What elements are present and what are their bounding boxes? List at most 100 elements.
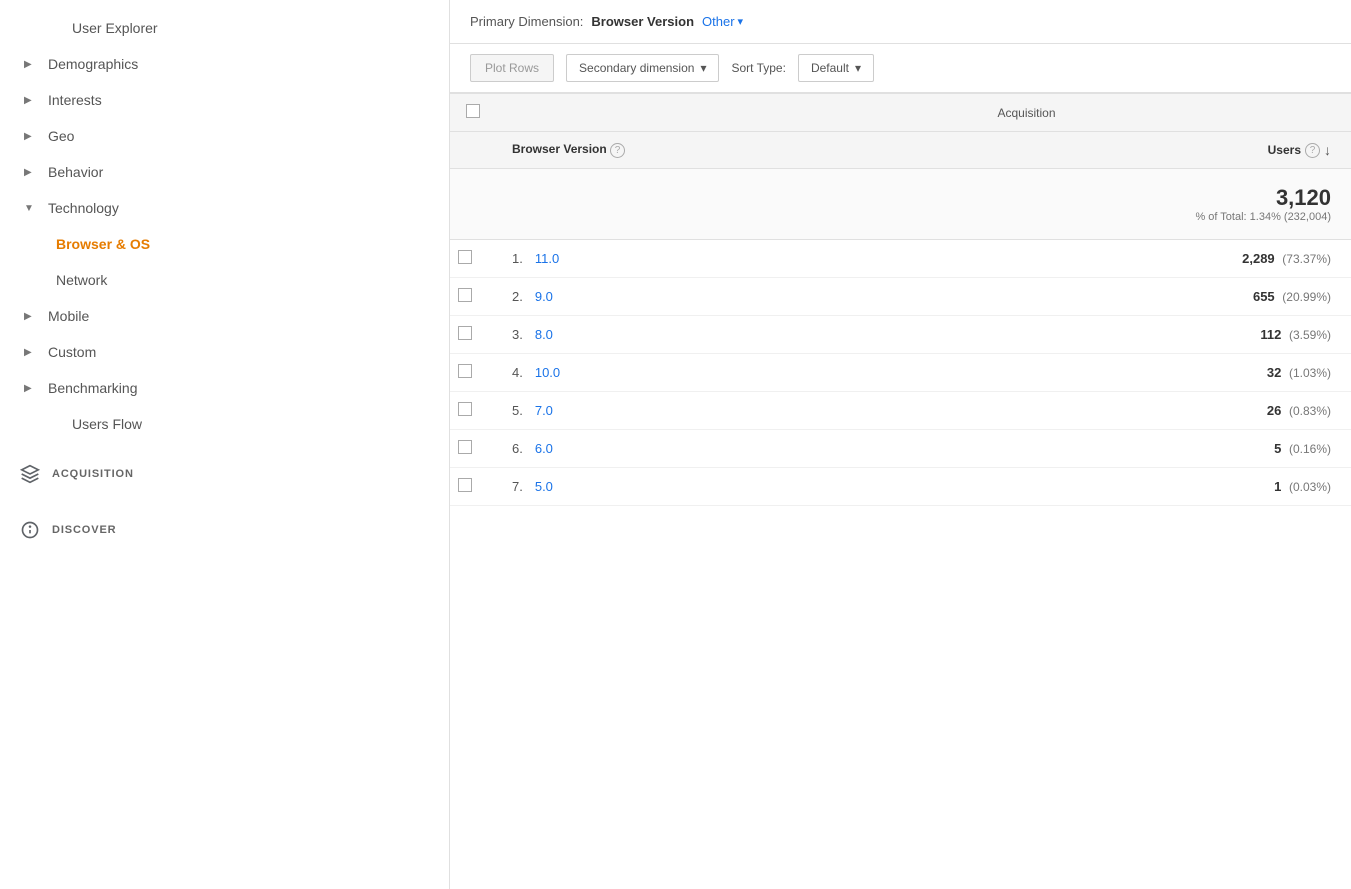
toolbar: Plot Rows Secondary dimension ▾ Sort Typ…	[450, 44, 1351, 93]
acquisition-icon	[16, 460, 44, 488]
primary-dim-value: Browser Version	[591, 14, 694, 29]
other-button[interactable]: Other ▾	[702, 14, 743, 29]
row-rank-4: 5.	[496, 392, 527, 430]
row-checkbox-cell-3	[450, 354, 496, 392]
acquisition-col-label: Acquisition	[998, 106, 1056, 120]
row-version-link-6[interactable]: 5.0	[535, 479, 553, 494]
table-row: 7. 5.0 1 (0.03%)	[450, 468, 1351, 506]
arrow-icon-demographics: ▶	[24, 59, 40, 70]
sidebar-item-demographics[interactable]: ▶ Demographics	[0, 46, 449, 82]
main-content: Primary Dimension: Browser Version Other…	[450, 0, 1351, 889]
users-help-icon[interactable]: ?	[1305, 143, 1320, 158]
table-row: 6. 6.0 5 (0.16%)	[450, 430, 1351, 468]
row-version-link-5[interactable]: 6.0	[535, 441, 553, 456]
sort-type-label: Sort Type:	[731, 61, 785, 75]
sidebar-item-geo[interactable]: ▶ Geo	[0, 118, 449, 154]
th-browser-version-label: Browser Version ?	[496, 132, 982, 169]
table-row: 2. 9.0 655 (20.99%)	[450, 278, 1351, 316]
total-row: 3,120 % of Total: 1.34% (232,004)	[450, 169, 1351, 240]
browser-version-help-icon[interactable]: ?	[610, 143, 625, 158]
discover-icon	[16, 516, 44, 544]
row-users-pct-1: (20.99%)	[1282, 290, 1331, 304]
arrow-icon-technology: ▼	[24, 203, 40, 214]
arrow-icon-mobile: ▶	[24, 311, 40, 322]
row-version-3: 10.0	[527, 354, 982, 392]
sidebar-label-mobile: Mobile	[48, 308, 89, 324]
sort-type-dropdown[interactable]: Default ▾	[798, 54, 874, 82]
table-row: 5. 7.0 26 (0.83%)	[450, 392, 1351, 430]
row-version-2: 8.0	[527, 316, 982, 354]
row-rank-0: 1.	[496, 240, 527, 278]
total-users-value: 3,120	[998, 185, 1332, 211]
sidebar-item-browser-os[interactable]: Browser & OS	[0, 226, 449, 262]
row-checkbox-5[interactable]	[458, 440, 472, 454]
row-version-link-1[interactable]: 9.0	[535, 289, 553, 304]
table-row: 1. 11.0 2,289 (73.37%)	[450, 240, 1351, 278]
data-table: Acquisition Browser Version ? Users ? ↓	[450, 93, 1351, 506]
sidebar-label-network: Network	[56, 272, 107, 288]
row-users-count-6: 1	[1274, 479, 1281, 494]
row-users-count-5: 5	[1274, 441, 1281, 456]
sidebar-item-interests[interactable]: ▶ Interests	[0, 82, 449, 118]
sidebar-item-behavior[interactable]: ▶ Behavior	[0, 154, 449, 190]
row-users-pct-3: (1.03%)	[1289, 366, 1331, 380]
th-browser-version	[496, 94, 982, 132]
arrow-icon-custom: ▶	[24, 347, 40, 358]
browser-version-col-label: Browser Version	[512, 142, 607, 156]
chevron-down-icon-secondary: ▾	[700, 61, 706, 75]
row-users-count-1: 655	[1253, 289, 1275, 304]
row-users-pct-5: (0.16%)	[1289, 442, 1331, 456]
row-users-count-3: 32	[1267, 365, 1281, 380]
sidebar-item-benchmarking[interactable]: ▶ Benchmarking	[0, 370, 449, 406]
arrow-icon-benchmarking: ▶	[24, 383, 40, 394]
row-version-link-4[interactable]: 7.0	[535, 403, 553, 418]
arrow-icon-interests: ▶	[24, 95, 40, 106]
row-checkbox-cell-6	[450, 468, 496, 506]
sidebar-label-browser-os: Browser & OS	[56, 236, 150, 252]
sidebar-item-mobile[interactable]: ▶ Mobile	[0, 298, 449, 334]
discover-label: DISCOVER	[52, 524, 117, 536]
row-checkbox-2[interactable]	[458, 326, 472, 340]
row-version-link-2[interactable]: 8.0	[535, 327, 553, 342]
secondary-dimension-dropdown[interactable]: Secondary dimension ▾	[566, 54, 719, 82]
row-checkbox-0[interactable]	[458, 250, 472, 264]
row-version-1: 9.0	[527, 278, 982, 316]
row-rank-3: 4.	[496, 354, 527, 392]
row-users-pct-6: (0.03%)	[1289, 480, 1331, 494]
row-users-pct-2: (3.59%)	[1289, 328, 1331, 342]
row-version-5: 6.0	[527, 430, 982, 468]
th-checkbox	[450, 94, 496, 132]
row-version-link-3[interactable]: 10.0	[535, 365, 560, 380]
sort-default-label: Default	[811, 61, 849, 75]
row-version-link-0[interactable]: 11.0	[535, 251, 559, 266]
row-rank-2: 3.	[496, 316, 527, 354]
row-checkbox-6[interactable]	[458, 478, 472, 492]
sidebar-item-users-flow[interactable]: Users Flow	[0, 406, 449, 442]
sidebar-label-behavior: Behavior	[48, 164, 103, 180]
sidebar-label-users-flow: Users Flow	[72, 416, 142, 432]
plot-rows-button[interactable]: Plot Rows	[470, 54, 554, 82]
arrow-icon-geo: ▶	[24, 131, 40, 142]
sidebar-label-user-explorer: User Explorer	[72, 20, 158, 36]
row-checkbox-cell-0	[450, 240, 496, 278]
plot-rows-label: Plot Rows	[485, 61, 539, 75]
row-checkbox-3[interactable]	[458, 364, 472, 378]
sidebar-item-network[interactable]: Network	[0, 262, 449, 298]
row-checkbox-cell-1	[450, 278, 496, 316]
total-users-cell: 3,120 % of Total: 1.34% (232,004)	[982, 169, 1351, 240]
table-row: 3. 8.0 112 (3.59%)	[450, 316, 1351, 354]
sidebar-item-technology[interactable]: ▼ Technology	[0, 190, 449, 226]
header-checkbox[interactable]	[466, 104, 480, 118]
sort-arrow-icon: ↓	[1324, 142, 1331, 158]
row-users-1: 655 (20.99%)	[982, 278, 1351, 316]
primary-dimension-bar: Primary Dimension: Browser Version Other…	[450, 0, 1351, 44]
sidebar-item-user-explorer[interactable]: User Explorer	[0, 10, 449, 46]
row-users-0: 2,289 (73.37%)	[982, 240, 1351, 278]
row-checkbox-4[interactable]	[458, 402, 472, 416]
other-label: Other	[702, 14, 735, 29]
row-rank-6: 7.	[496, 468, 527, 506]
sidebar-label-custom: Custom	[48, 344, 96, 360]
row-users-3: 32 (1.03%)	[982, 354, 1351, 392]
row-checkbox-1[interactable]	[458, 288, 472, 302]
sidebar-item-custom[interactable]: ▶ Custom	[0, 334, 449, 370]
